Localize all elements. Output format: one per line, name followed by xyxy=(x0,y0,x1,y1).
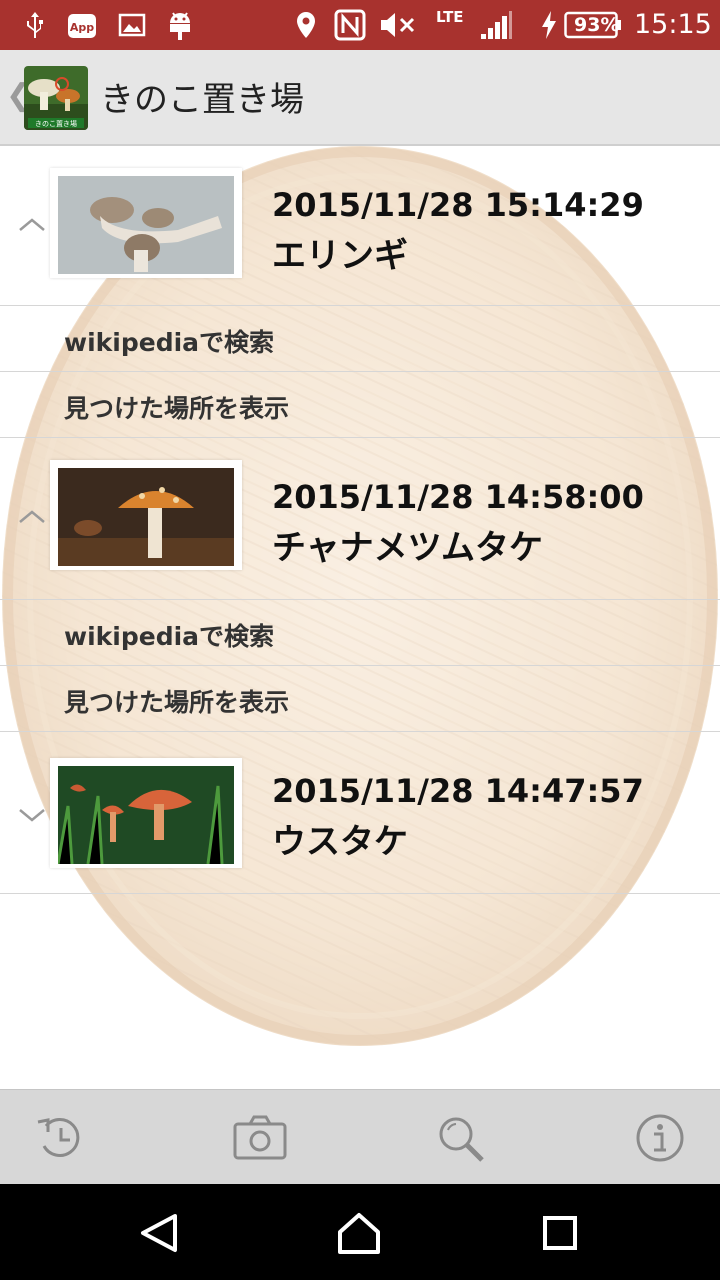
info-icon[interactable] xyxy=(632,1110,688,1166)
charging-icon xyxy=(538,8,560,42)
page-title: きのこ置き場 xyxy=(100,80,304,120)
collapse-chevron-icon[interactable] xyxy=(16,208,48,240)
mute-icon xyxy=(378,8,418,42)
wikipedia-search-label: wikipediaで検索 xyxy=(64,328,275,357)
camera-icon[interactable] xyxy=(232,1110,288,1166)
signal-icon xyxy=(478,8,514,42)
wikipedia-search-label: wikipediaで検索 xyxy=(64,622,275,651)
show-location-label: 見つけた場所を表示 xyxy=(64,688,290,717)
recents-icon[interactable] xyxy=(535,1208,585,1258)
collapse-chevron-icon[interactable] xyxy=(16,500,48,532)
entry-name: エリンギ xyxy=(272,236,408,276)
usb-icon xyxy=(20,8,50,42)
history-icon[interactable] xyxy=(32,1110,88,1166)
home-icon[interactable] xyxy=(334,1208,384,1258)
show-location-label: 見つけた場所を表示 xyxy=(64,394,290,423)
entry-date: 2015/11/28 14:58:00 xyxy=(272,478,644,516)
logo-caption: きのこ置き場 xyxy=(35,119,77,128)
wikipedia-search-item[interactable]: wikipediaで検索 xyxy=(0,306,720,372)
mushroom-thumbnail xyxy=(50,758,242,868)
list-item[interactable]: 2015/11/28 15:14:29 エリンギ xyxy=(0,146,720,306)
app-logo[interactable]: きのこ置き場 xyxy=(24,66,88,130)
image-notification-icon xyxy=(116,8,148,42)
battery-percent: 93% xyxy=(574,14,620,36)
action-bar: ❮ きのこ置き場 きのこ置き場 xyxy=(0,50,720,146)
search-icon[interactable] xyxy=(432,1110,488,1166)
clock: 15:15 xyxy=(634,9,712,40)
app-badge-text: App xyxy=(70,21,94,34)
expand-chevron-icon[interactable] xyxy=(16,798,48,830)
network-type: LTE xyxy=(436,8,464,26)
wikipedia-search-item[interactable]: wikipediaで検索 xyxy=(0,600,720,666)
status-bar: App LTE 93% 15:15 xyxy=(0,0,720,50)
list-item[interactable]: 2015/11/28 14:47:57 ウスタケ xyxy=(0,732,720,894)
bottom-toolbar xyxy=(0,1089,720,1184)
nfc-icon xyxy=(332,8,368,42)
location-icon xyxy=(292,8,320,42)
back-icon[interactable] xyxy=(134,1208,184,1258)
navigation-bar xyxy=(0,1184,720,1280)
mushroom-thumbnail xyxy=(50,168,242,278)
entry-date: 2015/11/28 14:47:57 xyxy=(272,772,644,810)
mushroom-thumbnail xyxy=(50,460,242,570)
entry-name: ウスタケ xyxy=(272,822,408,862)
app-notification-icon: App xyxy=(66,8,100,42)
android-icon xyxy=(164,8,196,42)
show-location-item[interactable]: 見つけた場所を表示 xyxy=(0,372,720,438)
mushroom-list: 2015/11/28 15:14:29 エリンギ wikipediaで検索 見つ… xyxy=(0,146,720,1089)
list-item[interactable]: 2015/11/28 14:58:00 チャナメツムタケ xyxy=(0,438,720,600)
entry-name: チャナメツムタケ xyxy=(272,528,543,568)
show-location-item[interactable]: 見つけた場所を表示 xyxy=(0,666,720,732)
entry-date: 2015/11/28 15:14:29 xyxy=(272,186,644,224)
